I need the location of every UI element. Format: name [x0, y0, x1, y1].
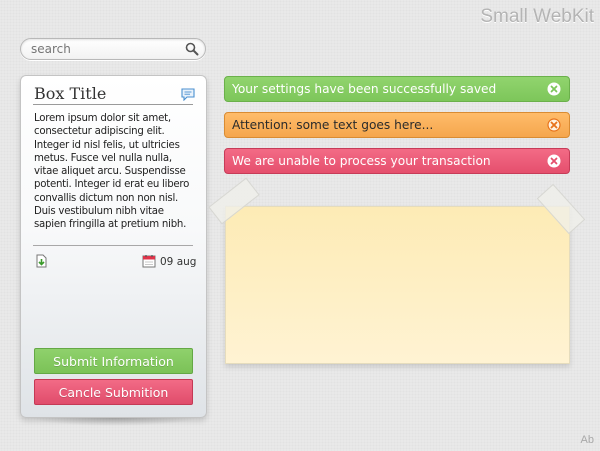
box-body-text: Lorem ipsum dolor sit amet, consectetur …	[34, 113, 190, 231]
cancel-button[interactable]: Cancle Submition	[34, 379, 193, 405]
sticky-note	[225, 206, 570, 364]
chat-icon[interactable]	[181, 88, 195, 101]
box-shadow	[30, 418, 198, 426]
calendar-icon	[142, 255, 156, 268]
close-icon[interactable]	[547, 154, 561, 168]
error-alert: We are unable to process your transactio…	[224, 148, 570, 174]
download-icon[interactable]	[35, 254, 48, 268]
success-alert: Your settings have been successfully sav…	[224, 76, 570, 102]
brand-title: Small WebKit	[480, 6, 594, 27]
body-divider	[33, 245, 193, 246]
search-icon[interactable]	[185, 42, 199, 56]
search-input[interactable]	[31, 41, 181, 57]
credit-text: Ab	[580, 434, 594, 446]
success-alert-text: Your settings have been successfully sav…	[232, 82, 497, 96]
close-icon[interactable]	[547, 118, 561, 132]
box-title: Box Title	[34, 84, 107, 103]
search-box[interactable]	[20, 38, 206, 60]
content-box: Box Title Lorem ipsum dolor sit amet, co…	[20, 75, 207, 418]
warning-alert-text: Attention: some text goes here...	[232, 118, 434, 132]
warning-alert: Attention: some text goes here...	[224, 112, 570, 138]
submit-button[interactable]: Submit Information	[34, 348, 193, 374]
title-divider	[33, 104, 193, 105]
close-icon[interactable]	[547, 82, 561, 96]
post-date: 09 aug	[160, 256, 197, 268]
error-alert-text: We are unable to process your transactio…	[232, 154, 491, 168]
